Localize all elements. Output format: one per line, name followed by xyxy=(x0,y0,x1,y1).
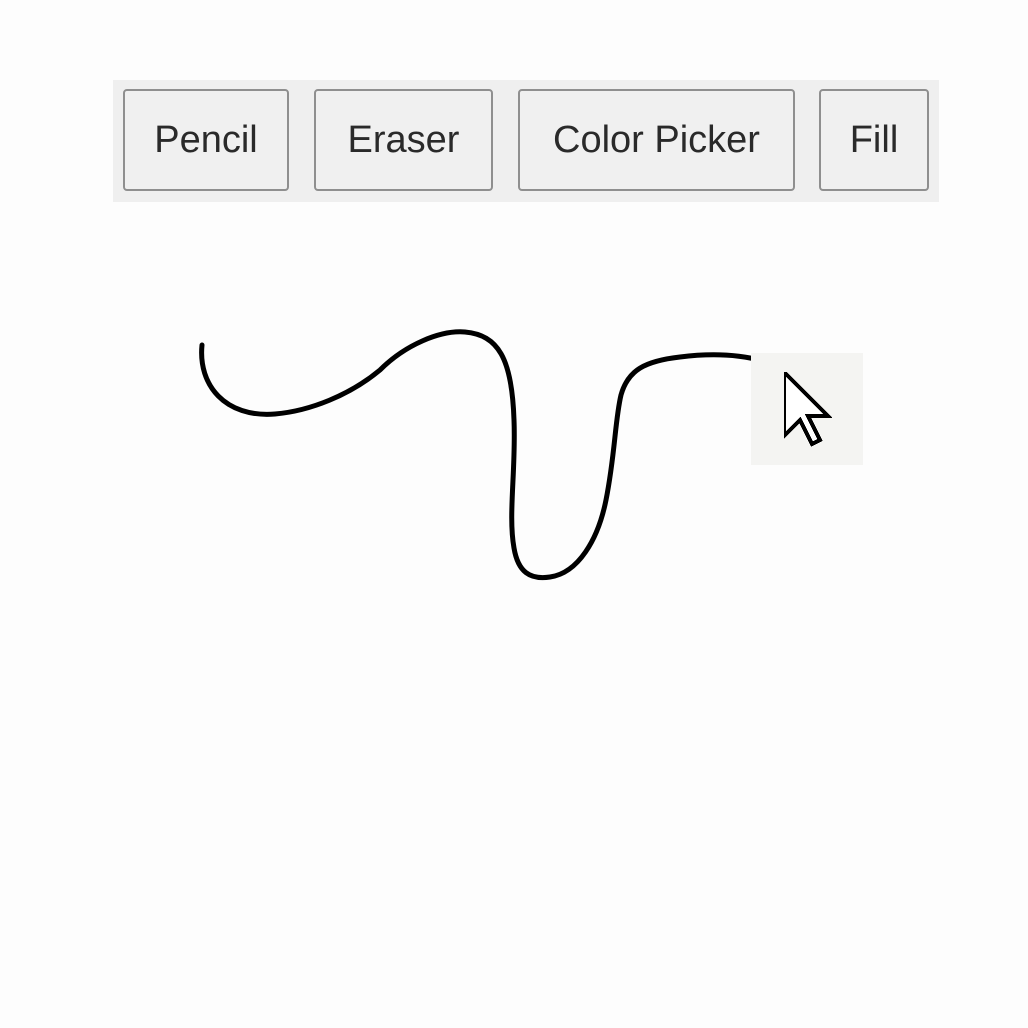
color-picker-button[interactable]: Color Picker xyxy=(518,89,795,191)
fill-button[interactable]: Fill xyxy=(819,89,929,191)
drawing-canvas[interactable] xyxy=(0,210,1028,1028)
paint-app: Pencil Eraser Color Picker Fill xyxy=(0,0,1028,1028)
arrow-pointer-icon xyxy=(784,372,832,447)
toolbar: Pencil Eraser Color Picker Fill xyxy=(113,80,939,202)
eraser-button[interactable]: Eraser xyxy=(314,89,493,191)
pencil-button[interactable]: Pencil xyxy=(123,89,289,191)
